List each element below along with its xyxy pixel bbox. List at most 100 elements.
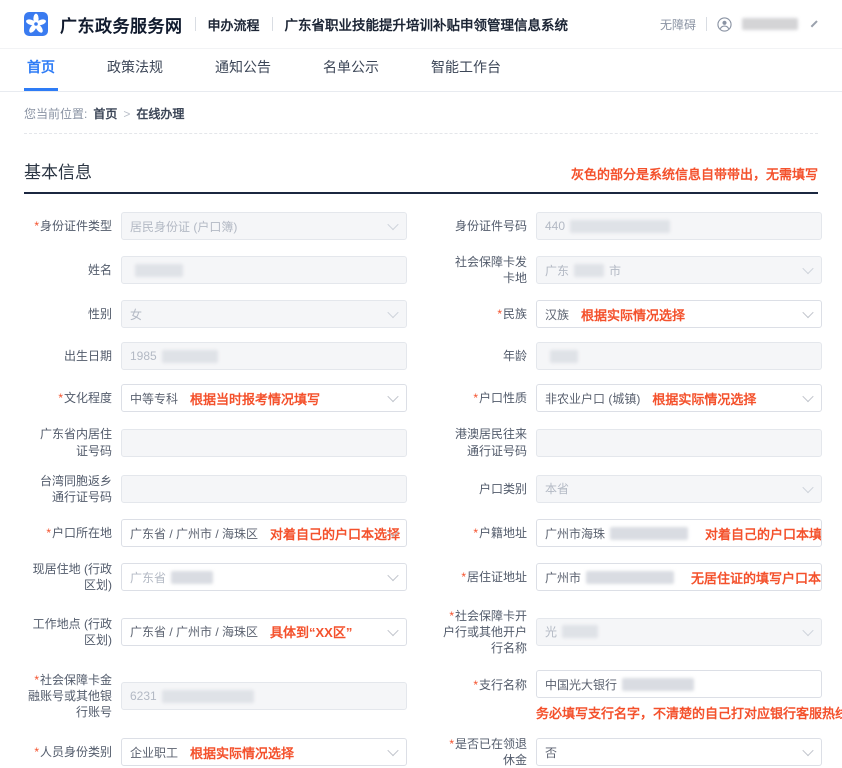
field-value: 中等专科 xyxy=(130,390,178,407)
form-field: *出生日期 1985 xyxy=(24,342,407,370)
field-value: 广东省 / 广州市 / 海珠区 xyxy=(130,525,258,542)
form-field: *港澳居民往来通行证号码 xyxy=(439,426,822,458)
field-annotation: 对着自己的户口本填写 xyxy=(705,524,822,543)
chevron-down-icon xyxy=(802,391,813,402)
form-field: *社会保障卡发卡地 广东 市 xyxy=(439,254,822,286)
chevron-down-icon xyxy=(802,625,813,636)
field-input-10 xyxy=(121,429,407,457)
field-select-16[interactable]: 广东省 xyxy=(121,563,407,591)
chevron-down-icon xyxy=(802,745,813,756)
field-annotation: 无居住证的填写户口本地址 xyxy=(691,568,822,587)
breadcrumb-prefix: 您当前位置: xyxy=(24,105,87,122)
field-annotation-below: 务必填写支行名字，不清楚的自己打对应银行客服热线 xyxy=(536,703,822,722)
breadcrumb-home[interactable]: 首页 xyxy=(93,105,117,122)
field-value: 否 xyxy=(545,744,557,761)
field-input-21[interactable]: 中国光大银行 xyxy=(536,670,822,698)
required-asterisk: * xyxy=(34,219,39,233)
section-annotation: 灰色的部分是系统信息自带带出，无需填写 xyxy=(571,164,818,183)
field-label: *广东省内居住证号码 xyxy=(24,426,112,458)
redacted-value xyxy=(586,571,674,584)
form-field: *身份证件类型 居民身份证 (户口簿) xyxy=(24,212,407,240)
field-label: *身份证件类型 xyxy=(24,218,112,234)
redacted-value xyxy=(162,350,218,363)
page: 广东政务服务网 申办流程 广东省职业技能提升培训补贴申领管理信息系统 无障碍 首… xyxy=(0,0,842,741)
system-title: 广东省职业技能提升培训补贴申领管理信息系统 xyxy=(285,14,569,34)
tab-smart-workbench[interactable]: 智能工作台 xyxy=(428,47,504,91)
user-name-redacted[interactable] xyxy=(742,18,798,30)
field-annotation: 根据当时报考情况填写 xyxy=(190,389,320,408)
chevron-down-icon xyxy=(387,307,398,318)
redacted-value xyxy=(574,264,604,277)
field-value: 居民身份证 (户口簿) xyxy=(130,218,237,235)
field-label: *户口所在地 xyxy=(24,525,112,541)
form-field: *性别 女 xyxy=(24,300,407,328)
field-select-9[interactable]: 非农业户口 (城镇) 根据实际情况选择 xyxy=(536,384,822,412)
field-input-2 xyxy=(121,256,407,284)
field-label: *现居住地 (行政区划) xyxy=(24,561,112,593)
field-value: 1985 xyxy=(130,349,157,363)
required-asterisk: * xyxy=(473,526,478,540)
brand-title: 广东政务服务网 xyxy=(60,12,183,37)
field-select-14[interactable]: 广东省 / 广州市 / 海珠区 对着自己的户口本选择 xyxy=(121,519,407,547)
required-asterisk: * xyxy=(497,307,502,321)
header-divider xyxy=(272,17,273,31)
form-field: *户口性质 非农业户口 (城镇) 根据实际情况选择 xyxy=(439,384,822,412)
field-select-18[interactable]: 广东省 / 广州市 / 海珠区 具体到“XX区” xyxy=(121,618,407,646)
field-select-5[interactable]: 汉族 根据实际情况选择 xyxy=(536,300,822,328)
form-field: *台湾同胞返乡通行证号码 xyxy=(24,473,407,505)
field-value: 广州市 xyxy=(545,569,581,586)
required-asterisk: * xyxy=(46,526,51,540)
field-value: 广东 xyxy=(545,262,569,279)
field-input-6: 1985 xyxy=(121,342,407,370)
user-icon xyxy=(717,17,732,32)
main-nav: 首页 政策法规 通知公告 名单公示 智能工作台 xyxy=(0,49,842,92)
field-label: *户籍地址 xyxy=(439,525,527,541)
field-label: *台湾同胞返乡通行证号码 xyxy=(24,473,112,505)
tab-notices[interactable]: 通知公告 xyxy=(212,47,274,91)
required-asterisk: * xyxy=(449,609,454,623)
form-field: *民族 汉族 根据实际情况选择 xyxy=(439,300,822,328)
edit-icon[interactable] xyxy=(811,21,818,28)
field-value: 440 xyxy=(545,219,565,233)
field-value: 中国光大银行 xyxy=(545,676,617,693)
field-input-12 xyxy=(121,475,407,503)
breadcrumb-separator: > xyxy=(123,107,130,121)
field-select-23[interactable]: 否 xyxy=(536,738,822,766)
site-logo-icon xyxy=(24,12,48,36)
accessibility-link[interactable]: 无障碍 xyxy=(660,16,696,33)
field-select-13: 本省 xyxy=(536,475,822,503)
menu-apply-flow[interactable]: 申办流程 xyxy=(208,15,260,34)
field-label: *社会保障卡开户行或其他开户行名称 xyxy=(439,608,527,657)
field-value-suffix: 市 xyxy=(609,262,621,279)
field-select-22[interactable]: 企业职工 根据实际情况选择 xyxy=(121,738,407,766)
field-label: *民族 xyxy=(439,306,527,322)
field-label: *社会保障卡发卡地 xyxy=(439,254,527,286)
form-field: *姓名 xyxy=(24,254,407,286)
chevron-down-icon xyxy=(802,482,813,493)
field-value: 广东省 xyxy=(130,569,166,586)
top-header: 广东政务服务网 申办流程 广东省职业技能提升培训补贴申领管理信息系统 无障碍 xyxy=(0,0,842,49)
tab-home[interactable]: 首页 xyxy=(24,47,58,91)
form-field: *文化程度 中等专科 根据当时报考情况填写 xyxy=(24,384,407,412)
form-field: *社会保障卡开户行或其他开户行名称 光 xyxy=(439,608,822,657)
redacted-value xyxy=(171,571,213,584)
field-select-8[interactable]: 中等专科 根据当时报考情况填写 xyxy=(121,384,407,412)
field-input-11 xyxy=(536,429,822,457)
tab-policies[interactable]: 政策法规 xyxy=(104,47,166,91)
field-input-17[interactable]: 广州市 无居住证的填写户口本地址 xyxy=(536,563,822,591)
field-input-20: 6231 xyxy=(121,682,407,710)
chevron-down-icon xyxy=(387,570,398,581)
page-title: 基本信息 xyxy=(24,158,92,183)
field-select-4: 女 xyxy=(121,300,407,328)
field-select-3: 广东 市 xyxy=(536,256,822,284)
field-input-15[interactable]: 广州市海珠 对着自己的户口本填写 xyxy=(536,519,822,547)
field-label: *社会保障卡金融账号或其他银行账号 xyxy=(24,672,112,721)
required-asterisk: * xyxy=(58,391,63,405)
form-field: *身份证件号码 440 xyxy=(439,212,822,240)
form-field: *现居住地 (行政区划) 广东省 xyxy=(24,561,407,593)
required-asterisk: * xyxy=(473,391,478,405)
tab-public-lists[interactable]: 名单公示 xyxy=(320,47,382,91)
breadcrumb-current: 在线办理 xyxy=(136,105,184,122)
field-label: *姓名 xyxy=(24,262,112,278)
field-annotation: 具体到“XX区” xyxy=(270,622,352,641)
